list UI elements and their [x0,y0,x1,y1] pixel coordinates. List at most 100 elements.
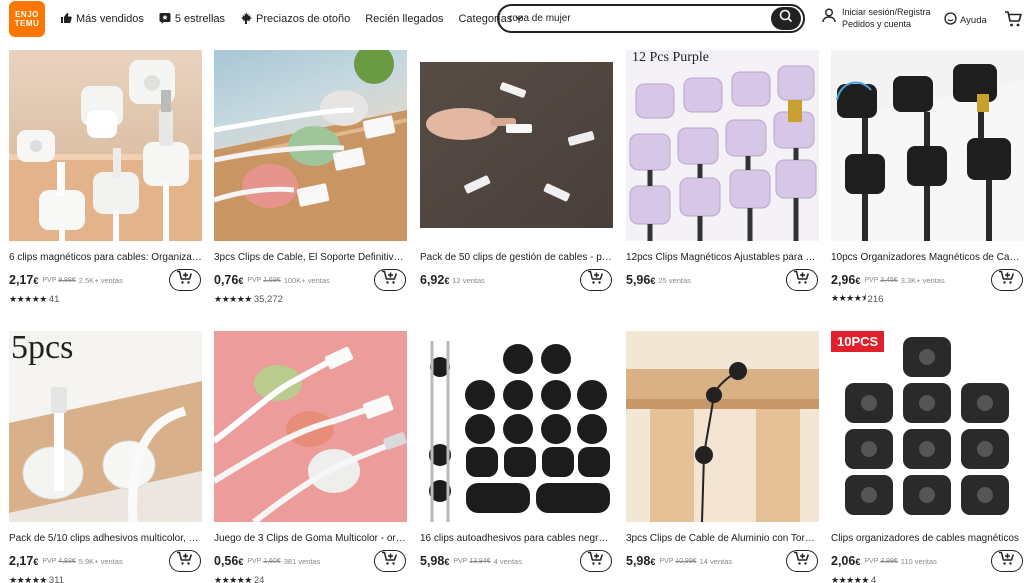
add-to-cart-icon [998,270,1016,290]
add-to-cart-icon [793,551,811,571]
add-to-cart-button[interactable] [169,269,201,291]
product-card[interactable]: Juego de 3 Clips de Goma Multicolor - or… [214,331,407,583]
add-to-cart-icon [587,270,605,290]
add-to-cart-button[interactable] [374,550,406,572]
product-price: 2,06€ [831,554,861,568]
nav-label: 5 estrellas [174,13,226,25]
add-to-cart-button[interactable] [580,550,612,572]
product-image[interactable] [214,50,407,241]
add-to-cart-icon [793,270,811,290]
add-to-cart-icon [587,551,605,571]
rating-count: 35,272 [253,293,283,305]
product-rating [626,574,819,583]
product-card[interactable]: 10PCS Clips organizadores de cables magn… [831,331,1024,583]
add-to-cart-button[interactable] [991,269,1023,291]
rating-stars: ★★★★★ [214,574,252,583]
product-title[interactable]: Pack de 5/10 clips adhesivos multicolor,… [9,533,202,546]
product-image[interactable]: 5pcs [9,331,202,522]
product-price: 0,76€ [214,273,244,287]
product-price: 2,17€ [9,554,39,568]
shopping-cart-icon [1004,11,1022,32]
product-price: 0,56€ [214,554,244,568]
product-image[interactable]: 12 Pcs Purple [626,50,819,241]
product-image[interactable] [420,331,613,522]
rating-stars: ★★★★⯨ [831,293,866,303]
product-rating: ★★★★★ 24 [214,574,407,583]
product-rating: ★★★★⯨ 216 [831,293,1024,305]
product-image[interactable]: 10PCS [831,331,1024,522]
product-image[interactable] [831,50,1024,241]
nav-best-sellers[interactable]: Más vendidos [60,12,144,27]
nav-label: Preciazos de otoño [256,13,351,25]
help-link[interactable]: Ayuda [944,12,987,28]
product-sales: 110 ventas [900,556,937,566]
product-title[interactable]: 3pcs Clips de Cable de Aluminio con Torn… [626,533,819,546]
nav-autumn-deals[interactable]: Preciazos de otoño [240,11,351,27]
product-sales: 2.5K+ ventas [78,275,123,285]
product-price: 5,96€ [626,273,656,287]
product-title[interactable]: 6 clips magnéticos para cables: Organiza… [9,252,202,265]
nav-label: Más vendidos [76,13,144,25]
product-title[interactable]: 10pcs Organizadores Magnéticos de Cables [831,252,1024,265]
product-image[interactable] [214,331,407,522]
nav-five-stars[interactable]: 5 estrellas [159,12,225,27]
thumbs-up-icon [60,12,76,27]
product-sales: 25 ventas [658,275,691,285]
add-to-cart-button[interactable] [786,550,818,572]
product-pvp: PVP 3,99€ [864,557,898,565]
add-to-cart-icon [381,270,399,290]
product-price: 6,92€ [420,273,450,287]
search-input[interactable] [509,13,759,24]
temu-logo[interactable]: ENJO TEMU [9,1,45,37]
product-pvp: PVP 3,45€ [864,276,898,284]
product-price: 2,96€ [831,273,861,287]
add-to-cart-button[interactable] [580,269,612,291]
account-menu[interactable]: Iniciar sesión/Registra Pedidos y cuenta [822,6,931,30]
product-sales: 4 ventas [493,556,522,566]
nav-new-arrivals[interactable]: Recién llegados [365,13,443,25]
product-image[interactable] [626,331,819,522]
add-to-cart-button[interactable] [374,269,406,291]
image-badge: 10PCS [831,331,885,352]
product-sales: 14 ventas [699,556,733,566]
search-bar [497,4,805,33]
add-to-cart-button[interactable] [786,269,818,291]
product-card[interactable]: 6 clips magnéticos para cables: Organiza… [9,50,202,305]
header-cart-button[interactable] [1004,10,1022,33]
product-title[interactable]: 12pcs Clips Magnéticos Ajustables para c… [626,252,819,265]
user-icon [822,8,836,28]
product-card[interactable]: 5pcs Pack de 5/10 clips adhesivos multic… [9,331,202,583]
product-image[interactable] [9,50,202,241]
product-card[interactable]: 12 Pcs Purple 12pcs Clips Magnéticos Aju… [626,50,819,305]
help-label: Ayuda [960,14,987,26]
star-icon [159,12,175,27]
nav-label: Recién llegados [365,13,444,25]
add-to-cart-button[interactable] [169,550,201,572]
product-sales: 381 ventas [283,556,321,566]
product-card[interactable]: 10pcs Organizadores Magnéticos de Cables… [831,50,1024,305]
add-to-cart-icon [176,270,194,290]
product-pvp: PVP 4,93€ [42,557,76,565]
product-image[interactable] [420,50,613,241]
rating-count: 41 [48,293,60,305]
logo-line1: ENJO [15,10,39,19]
product-title[interactable]: 16 clips autoadhesivos para cables negro… [420,533,613,546]
product-rating [420,574,613,583]
product-pvp: PVP 10,99€ [659,557,697,565]
add-to-cart-icon [998,551,1016,571]
rating-count: 4 [870,574,877,583]
product-card[interactable]: 3pcs Clips de Cable de Aluminio con Torn… [626,331,819,583]
add-to-cart-button[interactable] [991,550,1023,572]
product-card[interactable]: Pack de 50 clips de gestión de cables - … [420,50,613,305]
product-title[interactable]: 3pcs Clips de Cable, El Soporte Definiti… [214,252,407,265]
product-rating: ★★★★★ 4 [831,574,1024,583]
product-price: 5,98€ [420,554,450,568]
product-title[interactable]: Pack de 50 clips de gestión de cables - … [420,252,613,265]
product-title[interactable]: Clips organizadores de cables magnéticos [831,533,1024,546]
product-card[interactable]: 3pcs Clips de Cable, El Soporte Definiti… [214,50,407,305]
product-title[interactable]: Juego de 3 Clips de Goma Multicolor - or… [214,533,407,546]
add-to-cart-icon [381,551,399,571]
rating-count: 311 [48,574,64,583]
search-button[interactable] [771,7,801,30]
product-card[interactable]: 16 clips autoadhesivos para cables negro… [420,331,613,583]
